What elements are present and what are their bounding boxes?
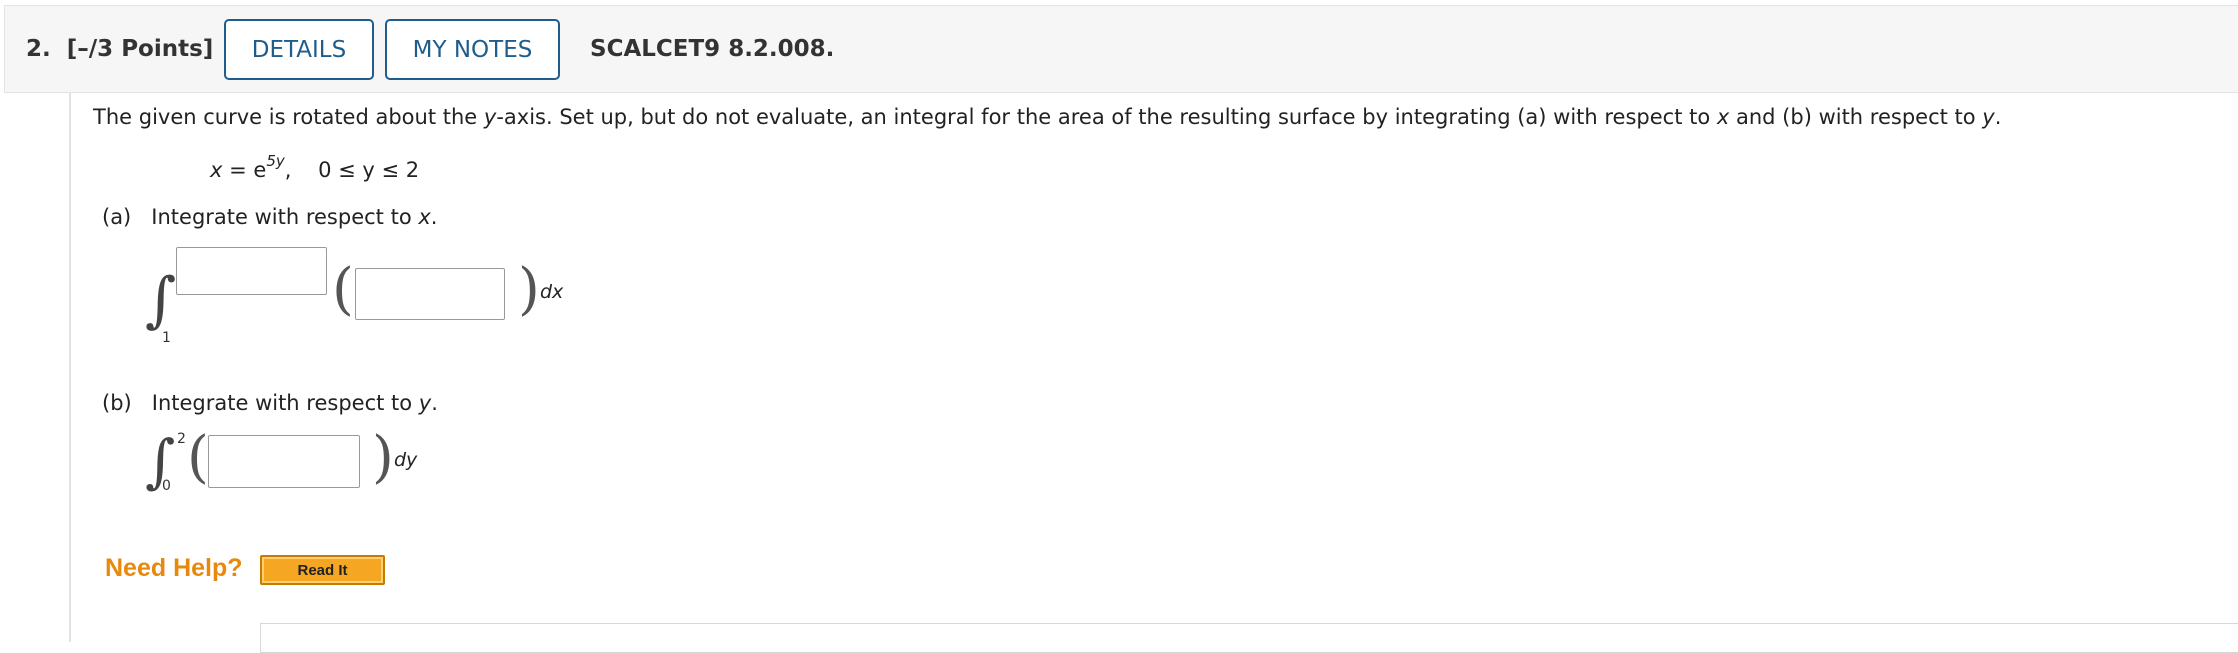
part-b-differential: dy [394,449,418,471]
part-b-upper-limit: 2 [177,431,186,447]
part-b-integrand-input[interactable] [208,435,360,488]
part-a-lower-limit: 1 [162,330,171,346]
right-paren-icon: ) [518,257,540,322]
details-button[interactable]: DETAILS [224,19,374,80]
question-id: SCALCET9 8.2.008. [590,36,835,62]
part-a-prompt: (a) Integrate with respect to x. [102,205,438,229]
part-a-upper-limit-input[interactable] [176,247,327,295]
part-b-prompt: (b) Integrate with respect to y. [102,391,438,415]
need-help-label: Need Help? [105,554,243,582]
submission-panel [260,623,2238,653]
my-notes-button[interactable]: MY NOTES [385,19,560,80]
right-paren-icon: ) [372,425,394,490]
question-number: 2. [–/3 Points] [26,36,214,62]
part-a-integrand-input[interactable] [355,268,505,320]
left-paren-icon: ( [187,425,209,490]
points-label: [–/3 Points] [66,36,214,62]
curve-equation: x = e5y, 0 ≤ y ≤ 2 [210,152,420,182]
content-left-border [69,93,71,642]
problem-statement: The given curve is rotated about the y-a… [93,105,2002,129]
integral-sign-icon: ∫ [145,265,177,335]
read-it-button[interactable]: Read It [260,555,385,585]
left-paren-icon: ( [332,257,354,322]
part-b-lower-limit: 0 [162,478,171,494]
part-a-differential: dx [540,281,564,303]
